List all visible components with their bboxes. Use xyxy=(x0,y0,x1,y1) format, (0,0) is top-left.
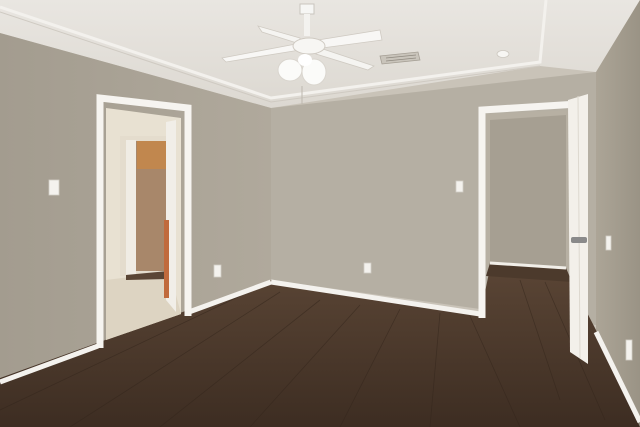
left-doorway xyxy=(96,94,192,348)
outlet-icon xyxy=(363,262,372,274)
light-switch-icon xyxy=(48,179,60,196)
light-switch-icon xyxy=(455,180,464,193)
outlet-icon xyxy=(605,235,612,251)
smoke-detector-icon xyxy=(496,50,510,58)
outlet-icon xyxy=(625,339,633,361)
door-handle xyxy=(571,237,587,243)
empty-bedroom-photo xyxy=(0,0,640,427)
outlet-icon xyxy=(213,264,222,278)
